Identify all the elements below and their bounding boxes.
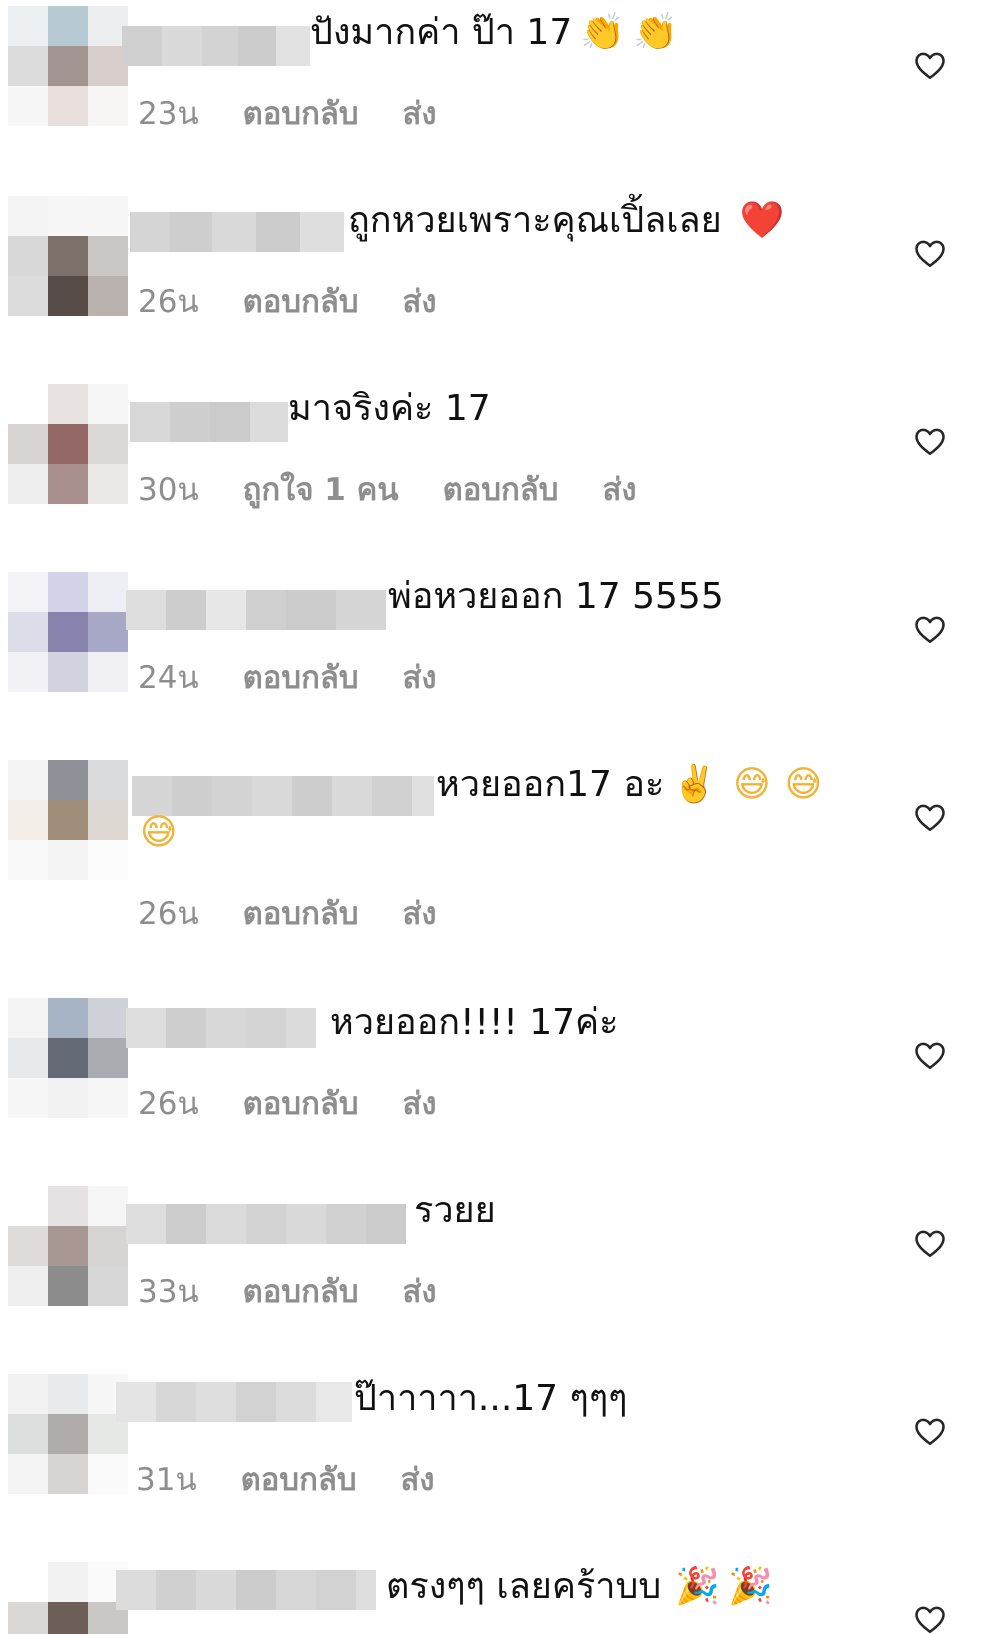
send-button[interactable]: ส่ง xyxy=(403,1266,437,1316)
avatar[interactable] xyxy=(8,384,128,504)
avatar[interactable] xyxy=(8,1186,128,1306)
reply-button[interactable]: ตอบกลับ xyxy=(243,1266,359,1316)
username-blurred[interactable] xyxy=(130,402,288,442)
comment-text-row: พ่อหวยออก 17 5555 xyxy=(388,574,724,620)
party-popper-icon: 🎉 xyxy=(728,1566,773,1607)
likes-count[interactable]: ถูกใจ 1 คน xyxy=(243,464,399,514)
reply-button[interactable]: ตอบกลับ xyxy=(241,1454,357,1504)
comment-item: ป๊าาาาา...17 ๆๆๆ 31น ตอบกลับ ส่ง xyxy=(0,1366,1002,1546)
comment-time: 23น xyxy=(138,96,199,132)
heart-outline-icon[interactable] xyxy=(912,1601,948,1634)
username-blurred[interactable] xyxy=(126,1204,406,1244)
reply-button[interactable]: ตอบกลับ xyxy=(243,888,359,938)
heart-outline-icon[interactable] xyxy=(912,1225,948,1261)
heart-outline-icon[interactable] xyxy=(912,799,948,835)
send-button[interactable]: ส่ง xyxy=(401,1454,435,1504)
send-button[interactable]: ส่ง xyxy=(403,1078,437,1128)
send-button[interactable]: ส่ง xyxy=(403,276,437,326)
comment-time: 26น xyxy=(138,284,199,320)
comment-item: หวยออก!!!! 17ค่ะ 26น ตอบกลับ ส่ง xyxy=(0,990,1002,1170)
avatar[interactable] xyxy=(8,760,128,880)
avatar[interactable] xyxy=(8,196,128,316)
heart-outline-icon[interactable] xyxy=(912,423,948,459)
comment-meta: 26น ตอบกลับ ส่ง xyxy=(138,1078,437,1128)
username-blurred[interactable] xyxy=(130,212,344,252)
reply-button[interactable]: ตอบกลับ xyxy=(243,1078,359,1128)
username-blurred[interactable] xyxy=(126,590,386,630)
comment-item: พ่อหวยออก 17 5555 24น ตอบกลับ ส่ง xyxy=(0,564,1002,744)
comment-text: หวยออก!!!! 17ค่ะ xyxy=(330,1002,619,1043)
clapping-hands-icon: 👏 xyxy=(580,12,626,53)
comment-text-row: หวยออก17 อะ ✌️ 😅 😅 xyxy=(436,762,822,808)
comment-meta: 24น ตอบกลับ ส่ง xyxy=(138,652,437,702)
comment-item: มาจริงค่ะ 17 30น ถูกใจ 1 คน ตอบกลับ ส่ง xyxy=(0,376,1002,556)
username-blurred[interactable] xyxy=(116,1570,376,1610)
comment-text-row: หวยออก!!!! 17ค่ะ xyxy=(330,1000,618,1046)
comment-item: ปังมากค่า ป๊า 17 👏 👏 23น ตอบกลับ ส่ง xyxy=(0,0,1002,180)
comment-time: 30น xyxy=(138,472,199,508)
reply-button[interactable]: ตอบกลับ xyxy=(243,652,359,702)
comment-text: ตรงๆๆ เลยคร้าบบ xyxy=(386,1566,662,1607)
comment-item: ถูกหวยเพราะคุณเปิ้ลเลย ❤️ 26น ตอบกลับ ส่ง xyxy=(0,188,1002,368)
send-button[interactable]: ส่ง xyxy=(403,652,437,702)
comment-text-row: ตรงๆๆ เลยคร้าบบ 🎉 🎉 xyxy=(386,1564,773,1610)
comment-text-row: ป๊าาาาา...17 ๆๆๆ xyxy=(354,1376,628,1422)
comment-meta: 26น ตอบกลับ ส่ง xyxy=(138,276,437,326)
grinning-sweat-face-icon: 😅 xyxy=(733,764,771,805)
comment-time: 24น xyxy=(138,660,199,696)
comment-text: มาจริงค่ะ 17 xyxy=(288,388,491,429)
comment-time: 31น xyxy=(136,1462,197,1498)
send-button[interactable]: ส่ง xyxy=(403,88,437,138)
comment-item: รวยย 33น ตอบกลับ ส่ง xyxy=(0,1178,1002,1358)
reply-button[interactable]: ตอบกลับ xyxy=(243,88,359,138)
comment-meta: 26น ตอบกลับ ส่ง xyxy=(138,888,437,938)
comment-time: 26น xyxy=(138,1086,199,1122)
reply-button[interactable]: ตอบกลับ xyxy=(243,276,359,326)
heart-outline-icon[interactable] xyxy=(912,47,948,83)
comment-text: หวยออก17 อะ xyxy=(436,764,665,805)
avatar[interactable] xyxy=(8,998,128,1118)
party-popper-icon: 🎉 xyxy=(675,1566,721,1607)
heart-outline-icon[interactable] xyxy=(912,611,948,647)
avatar[interactable] xyxy=(8,6,128,126)
comment-text-row: ปังมากค่า ป๊า 17 👏 👏 xyxy=(310,10,678,56)
comment-time: 26น xyxy=(138,896,199,932)
clapping-hands-icon: 👏 xyxy=(633,12,678,53)
comment-text: รวยย xyxy=(414,1190,496,1231)
comment-text: ป๊าาาาา...17 ๆๆๆ xyxy=(354,1378,628,1419)
comment-text-row: มาจริงค่ะ 17 xyxy=(288,386,491,432)
heart-outline-icon[interactable] xyxy=(912,1413,948,1449)
comment-meta: 23น ตอบกลับ ส่ง xyxy=(138,88,437,138)
grinning-sweat-face-icon: 😅 xyxy=(784,764,823,805)
comment-text-row: ถูกหวยเพราะคุณเปิ้ลเลย ❤️ xyxy=(348,198,785,244)
victory-hand-icon: ✌️ xyxy=(672,764,718,805)
send-button[interactable]: ส่ง xyxy=(602,464,636,514)
grinning-sweat-face-icon: 😅 xyxy=(140,812,178,853)
send-button[interactable]: ส่ง xyxy=(403,888,437,938)
username-blurred[interactable] xyxy=(126,1008,316,1048)
comment-meta: 30น ถูกใจ 1 คน ตอบกลับ ส่ง xyxy=(138,464,637,514)
reply-button[interactable]: ตอบกลับ xyxy=(443,464,559,514)
comment-item: หวยออก17 อะ ✌️ 😅 😅 😅 26น ตอบกลับ ส่ง xyxy=(0,752,1002,972)
username-blurred[interactable] xyxy=(122,26,310,66)
comment-meta: 31น ตอบกลับ ส่ง xyxy=(136,1454,435,1504)
avatar[interactable] xyxy=(8,1562,128,1634)
avatar[interactable] xyxy=(8,1374,128,1494)
comment-meta: 33น ตอบกลับ ส่ง xyxy=(138,1266,437,1316)
comment-text-row-2: 😅 xyxy=(140,810,178,856)
avatar[interactable] xyxy=(8,572,128,692)
comment-text: ถูกหวยเพราะคุณเปิ้ลเลย xyxy=(348,200,722,241)
comment-text-row: รวยย xyxy=(414,1188,496,1234)
comment-time: 33น xyxy=(138,1274,199,1310)
comment-text: พ่อหวยออก 17 5555 xyxy=(388,576,724,617)
heart-outline-icon[interactable] xyxy=(912,235,948,271)
comment-item: ตรงๆๆ เลยคร้าบบ 🎉 🎉 xyxy=(0,1554,1002,1634)
heart-outline-icon[interactable] xyxy=(912,1037,948,1073)
username-blurred[interactable] xyxy=(116,1382,352,1422)
red-heart-icon: ❤️ xyxy=(739,200,785,241)
comment-text: ปังมากค่า ป๊า 17 xyxy=(310,12,573,53)
